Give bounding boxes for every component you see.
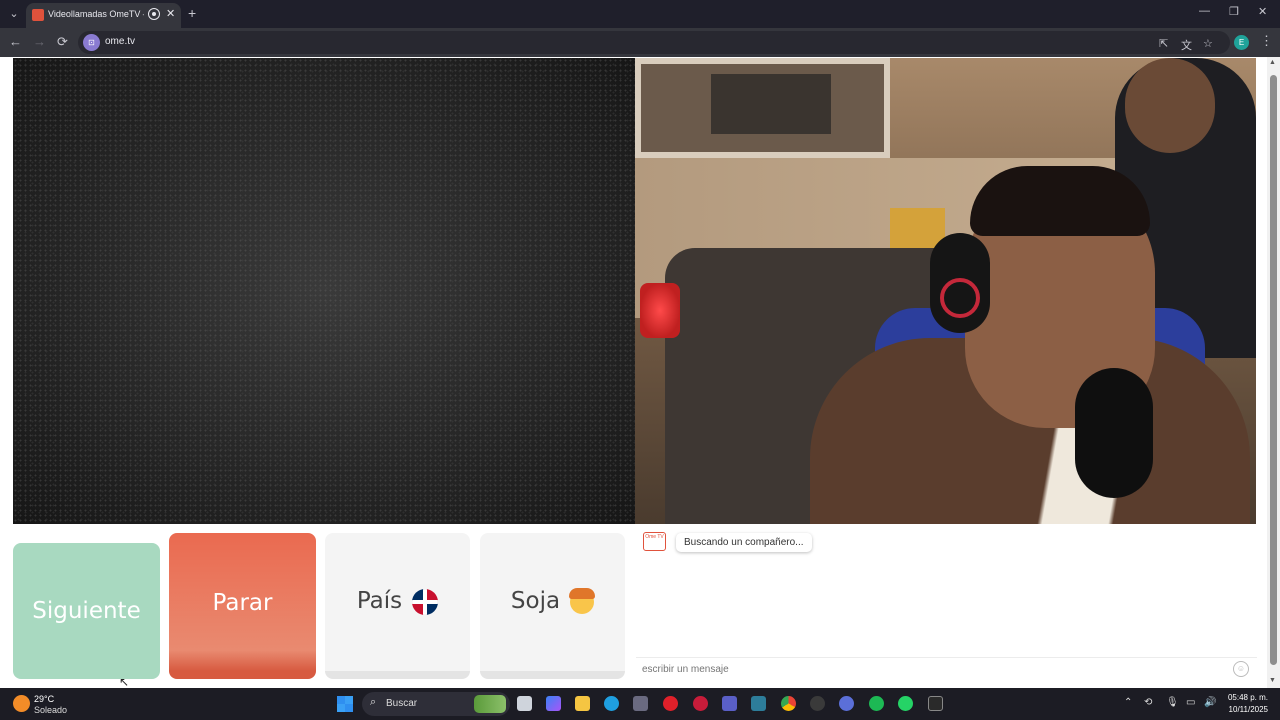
profile-avatar[interactable]: E	[1234, 35, 1249, 50]
windows-taskbar: 29°C Soleado ⌕ Buscar ⌃ ⟲ 🎙 ▭ 🔊 05:48 p.…	[0, 688, 1280, 720]
weather-temperature[interactable]: 29°C	[34, 694, 54, 704]
install-app-icon[interactable]: ⇱	[1159, 37, 1168, 50]
gender-button[interactable]: Soja	[480, 533, 625, 679]
store-icon[interactable]	[633, 696, 648, 711]
teams-icon[interactable]	[722, 696, 737, 711]
message-input[interactable]	[642, 661, 1222, 677]
status-message: Buscando un compañero...	[676, 533, 812, 552]
tab-title: Videollamadas OmeTV — /	[48, 9, 144, 19]
tab-search-button[interactable]: ⌄	[4, 5, 24, 23]
next-button-label: Siguiente	[32, 598, 141, 624]
bookmark-star-icon[interactable]: ☆	[1203, 37, 1213, 50]
country-button-label: País	[356, 588, 403, 614]
headphones	[930, 233, 990, 333]
chrome-icon[interactable]	[781, 696, 796, 711]
restore-button[interactable]: ❐	[1229, 5, 1239, 18]
boy-face-icon	[569, 587, 596, 614]
copilot-icon[interactable]	[546, 696, 561, 711]
clock-date[interactable]: 10/11/2025	[1222, 705, 1268, 714]
browser-tab-strip: ⌄ Videollamadas OmeTV — / ✕ + — ❐ ✕	[0, 0, 1280, 28]
epic-games-icon[interactable]	[928, 696, 943, 711]
weather-condition[interactable]: Soleado	[34, 705, 67, 715]
ometv-page: Siguiente Parar País Soja ↖ Ome TV Busca…	[0, 57, 1280, 689]
stop-button[interactable]: Parar	[169, 533, 316, 679]
gender-button-label: Soja	[510, 588, 561, 614]
opera-icon[interactable]	[663, 696, 678, 711]
page-scrollbar[interactable]: ▲ ▼	[1267, 57, 1280, 688]
browser-tab-ometv[interactable]: Videollamadas OmeTV — / ✕	[26, 3, 181, 28]
volume-icon[interactable]: 🔊	[1204, 697, 1216, 708]
opera-gx-icon[interactable]	[693, 696, 708, 711]
video-static-noise	[13, 58, 635, 524]
forward-button[interactable]: →	[33, 34, 46, 49]
tab-close-icon[interactable]: ✕	[166, 7, 175, 20]
background-person-head	[1125, 58, 1215, 153]
search-icon: ⌕	[370, 696, 377, 708]
stop-button-label: Parar	[212, 590, 273, 616]
scroll-thumb[interactable]	[1270, 75, 1277, 665]
search-label: Buscar	[386, 698, 418, 709]
partner-video-feed	[635, 58, 1256, 524]
record-icon	[148, 8, 160, 20]
taskbar-search[interactable]: ⌕ Buscar	[362, 692, 510, 716]
edge-icon[interactable]	[604, 696, 619, 711]
ometv-logo: Ome TV	[643, 532, 666, 551]
photos-icon[interactable]	[751, 696, 766, 711]
discord-icon[interactable]	[839, 696, 854, 711]
message-input-bar: ☺	[636, 657, 1257, 679]
streamer-hair	[970, 166, 1150, 236]
translate-icon[interactable]: 文	[1181, 37, 1192, 53]
back-button[interactable]: ←	[9, 34, 22, 49]
window-close-button[interactable]: ✕	[1258, 5, 1267, 18]
room-window	[635, 58, 890, 158]
country-button[interactable]: País	[325, 533, 470, 679]
emoji-icon[interactable]: ☺	[1233, 661, 1249, 677]
file-explorer-icon[interactable]	[575, 696, 590, 711]
display-icon[interactable]: ▭	[1186, 697, 1195, 708]
obs-icon[interactable]	[810, 696, 825, 711]
spotify-icon[interactable]	[869, 696, 884, 711]
sun-icon[interactable]	[13, 695, 30, 712]
windows-start-icon[interactable]	[337, 696, 353, 712]
browser-toolbar: ← → ⟳ ⊡ ome.tv ⇱ 文 ☆ E ⋮	[0, 28, 1280, 57]
sync-icon[interactable]: ⟲	[1144, 697, 1152, 708]
whatsapp-icon[interactable]	[898, 696, 913, 711]
clock-time[interactable]: 05:48 p. m.	[1226, 693, 1268, 702]
mouse-pointer-icon: ↖	[119, 675, 130, 689]
own-video-feed	[13, 58, 635, 524]
browser-menu-icon[interactable]: ⋮	[1260, 33, 1273, 49]
reload-button[interactable]: ⟳	[57, 34, 68, 50]
url-text[interactable]: ome.tv	[105, 36, 135, 47]
microphone-tray-icon[interactable]: 🎙	[1166, 697, 1179, 708]
red-lamp	[640, 283, 680, 338]
site-info-icon[interactable]: ⊡	[83, 34, 100, 51]
new-tab-button[interactable]: +	[188, 5, 196, 21]
task-view-icon[interactable]	[517, 696, 532, 711]
search-highlight-image	[474, 695, 506, 713]
chat-panel: Ome TV Buscando un compañero... ☺	[636, 525, 1257, 688]
tray-overflow-icon[interactable]: ⌃	[1124, 697, 1132, 708]
ometv-favicon-icon	[32, 9, 44, 21]
scroll-up-icon[interactable]: ▲	[1269, 59, 1276, 66]
dominican-flag-icon	[412, 588, 439, 615]
scroll-down-icon[interactable]: ▼	[1269, 677, 1276, 684]
minimize-button[interactable]: —	[1199, 5, 1210, 17]
next-button[interactable]: Siguiente	[13, 543, 160, 679]
microphone	[1075, 368, 1153, 498]
address-bar[interactable]: ⊡ ome.tv ⇱ 文 ☆	[78, 31, 1230, 54]
